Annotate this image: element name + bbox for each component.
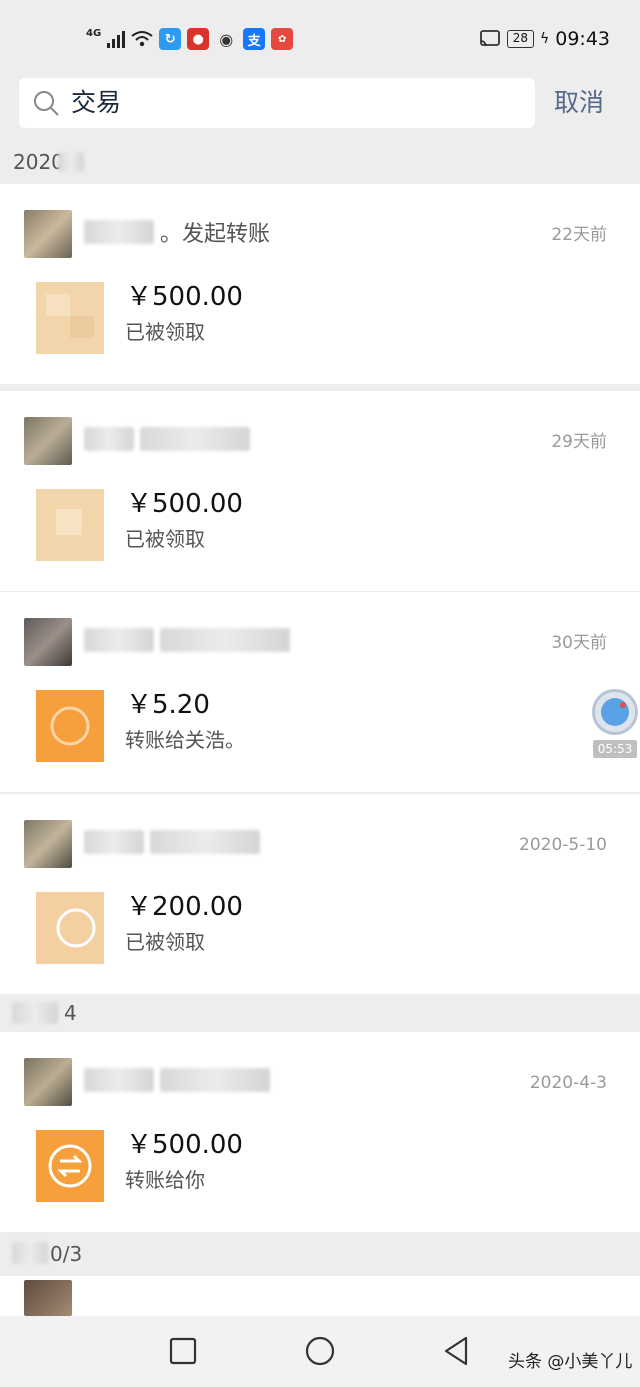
transaction-title xyxy=(84,828,260,856)
battery-indicator: 28 xyxy=(506,30,534,48)
redacted-name xyxy=(84,830,144,854)
transaction-card[interactable]: 2020-4-3 ￥500.00 转账给你 xyxy=(0,1032,640,1232)
redacted-text xyxy=(160,628,290,652)
status-icons-right: 28 ϟ 09:43 xyxy=(479,26,610,52)
watermark: 头条 @小美丫儿 xyxy=(508,1352,633,1372)
redacted-text xyxy=(58,152,84,172)
check-icon xyxy=(36,282,104,354)
redacted-text xyxy=(150,830,260,854)
avatar xyxy=(24,417,72,465)
transaction-time: 2020-4-3 xyxy=(529,1073,607,1093)
redacted-name xyxy=(84,1068,154,1092)
transaction-card[interactable]: 30天前 ￥5.20 转账给关浩。 xyxy=(0,592,640,792)
transaction-status: 已被领取 xyxy=(125,930,205,954)
cast-icon xyxy=(479,30,500,47)
transaction-time: 30天前 xyxy=(551,633,607,653)
transaction-amount: ￥500.00 xyxy=(126,489,243,519)
transaction-amount: ￥200.00 xyxy=(126,892,243,922)
group-label: 0/3 xyxy=(50,1242,83,1266)
transaction-title: 。发起转账 xyxy=(84,218,270,247)
transaction-status: 已被领取 xyxy=(125,320,205,344)
group-header: 4 xyxy=(0,994,640,1032)
transaction-amount: ￥500.00 xyxy=(126,282,243,312)
group-label: 2020 xyxy=(13,150,64,174)
avatar xyxy=(24,618,72,666)
check-icon xyxy=(36,489,104,561)
recent-apps-icon[interactable] xyxy=(166,1334,200,1368)
network-type: 4G xyxy=(86,27,102,39)
redacted-text xyxy=(160,1068,270,1092)
floating-timer-icon[interactable] xyxy=(592,689,638,735)
transfer-icon xyxy=(36,690,104,762)
transaction-card[interactable]: 2020-5-10 ￥200.00 已被领取 xyxy=(0,794,640,994)
transfer-icon xyxy=(36,1130,104,1202)
search-query: 交易 xyxy=(71,88,122,117)
sync-app-icon: ↻ xyxy=(159,28,182,50)
transaction-status: 转账给你 xyxy=(125,1168,205,1192)
clock: 09:43 xyxy=(555,28,610,50)
redacted-name xyxy=(84,220,154,244)
transaction-amount: ￥5.20 xyxy=(126,690,210,720)
redacted-name xyxy=(84,427,134,451)
avatar xyxy=(24,210,72,258)
alipay-icon: 支 xyxy=(243,28,266,50)
huawei-icon: ✿ xyxy=(271,28,294,50)
transaction-title xyxy=(84,1066,270,1094)
transaction-amount: ￥500.00 xyxy=(126,1130,243,1160)
redacted-name xyxy=(84,628,154,652)
status-icons-left: 4G ↻ ● ◉ 支 ✿ xyxy=(86,26,294,52)
back-icon[interactable] xyxy=(440,1334,474,1368)
charging-icon: ϟ xyxy=(539,31,550,47)
wechat-icon: ◉ xyxy=(219,29,234,49)
avatar xyxy=(24,1280,72,1316)
transaction-card[interactable]: 。发起转账 22天前 ￥500.00 已被领取 xyxy=(0,184,640,384)
signal-icon xyxy=(107,30,126,48)
transaction-status: 已被领取 xyxy=(125,527,205,551)
check-icon xyxy=(36,892,104,964)
microphone-app-icon: ● xyxy=(187,28,210,50)
cancel-button[interactable]: 取消 xyxy=(554,86,604,120)
avatar xyxy=(24,820,72,868)
wifi-icon xyxy=(131,31,153,47)
transaction-title xyxy=(84,425,250,453)
transaction-time: 29天前 xyxy=(551,432,607,452)
redacted-text xyxy=(12,1242,48,1264)
search-input[interactable]: 交易 xyxy=(19,78,535,128)
group-header: 0/3 xyxy=(0,1232,640,1276)
group-label: 4 xyxy=(64,1001,77,1025)
transaction-title xyxy=(84,626,290,654)
search-icon xyxy=(34,91,59,116)
transaction-card[interactable] xyxy=(0,1276,640,1316)
transaction-status: 转账给关浩。 xyxy=(125,728,245,752)
redacted-text xyxy=(12,1002,58,1024)
transaction-card[interactable]: 29天前 ￥500.00 已被领取 xyxy=(0,391,640,591)
transaction-time: 22天前 xyxy=(551,225,607,245)
transaction-time: 2020-5-10 xyxy=(519,835,607,855)
group-header: 2020 xyxy=(0,140,640,184)
status-bar: 4G ↻ ● ◉ 支 ✿ 28 ϟ 09:43 xyxy=(0,0,640,76)
redacted-text xyxy=(140,427,250,451)
home-icon[interactable] xyxy=(303,1334,337,1368)
floating-timer-label: 05:53 xyxy=(593,740,637,758)
avatar xyxy=(24,1058,72,1106)
